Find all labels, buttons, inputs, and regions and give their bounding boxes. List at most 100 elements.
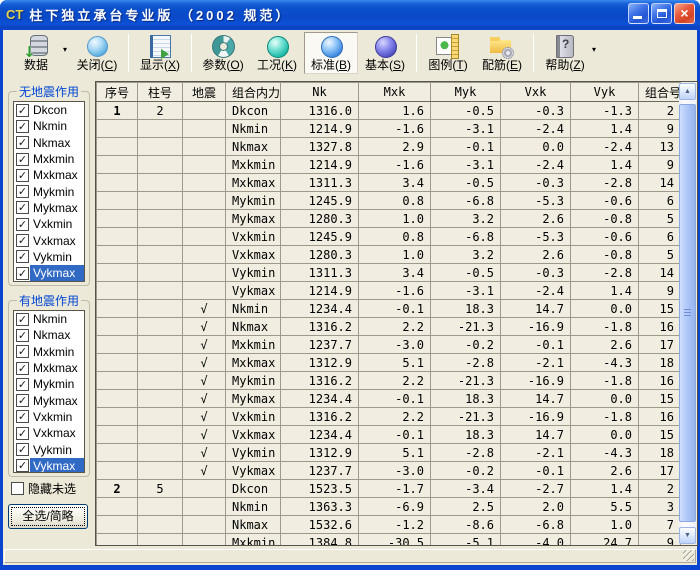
table-row[interactable]: Mykmax1280.31.03.22.6-0.85 bbox=[97, 210, 681, 228]
table-row[interactable]: Vxkmin1245.90.8-6.8-5.3-0.66 bbox=[97, 228, 681, 246]
earthquake-check-icon: √ bbox=[183, 336, 226, 354]
vertical-scrollbar[interactable]: ▲ ▼ bbox=[679, 83, 696, 544]
table-cell: 2.2 bbox=[359, 408, 431, 426]
checkbox-checked-icon[interactable]: ✓ bbox=[16, 185, 29, 198]
list-item-mykmax[interactable]: ✓Mykmax bbox=[14, 392, 84, 408]
table-row[interactable]: Nkmin1363.3-6.92.52.05.53 bbox=[97, 498, 681, 516]
table-cell: 1.0 bbox=[571, 516, 639, 534]
checkbox-checked-icon[interactable]: ✓ bbox=[16, 104, 29, 117]
checkbox-checked-icon[interactable]: ✓ bbox=[16, 169, 29, 182]
list-item-vxkmax[interactable]: ✓Vxkmax bbox=[14, 232, 84, 248]
table-row[interactable]: Mxkmax1311.33.4-0.5-0.3-2.814 bbox=[97, 174, 681, 192]
list-item-vxkmin[interactable]: ✓Vxkmin bbox=[14, 409, 84, 425]
toolbar-button-parameters[interactable]: 参数(O) bbox=[196, 32, 250, 74]
list-item-vxkmax[interactable]: ✓Vxkmax bbox=[14, 425, 84, 441]
checkbox-checked-icon[interactable]: ✓ bbox=[16, 410, 29, 423]
title-bar[interactable]: CT 柱下独立承台专业版 （2002 规范） × bbox=[0, 0, 700, 28]
table-row[interactable]: Nkmax1327.82.9-0.10.0-2.413 bbox=[97, 138, 681, 156]
table-row[interactable]: Nkmax1532.6-1.2-8.6-6.81.07 bbox=[97, 516, 681, 534]
table-row[interactable]: Vxkmax1280.31.03.22.6-0.85 bbox=[97, 246, 681, 264]
table-cell: 3.4 bbox=[359, 174, 431, 192]
table-row[interactable]: √Nkmin1234.4-0.118.314.70.015 bbox=[97, 300, 681, 318]
list-item-mykmax[interactable]: ✓Mykmax bbox=[14, 200, 84, 216]
checkbox-checked-icon[interactable]: ✓ bbox=[16, 459, 29, 472]
close-button[interactable]: × bbox=[674, 3, 695, 24]
checkbox-checked-icon[interactable]: ✓ bbox=[16, 394, 29, 407]
hide-unselected-checkbox[interactable] bbox=[11, 482, 24, 495]
list-item-label: Mykmin bbox=[30, 184, 84, 200]
table-row[interactable]: √Mykmax1234.4-0.118.314.70.015 bbox=[97, 390, 681, 408]
checkbox-checked-icon[interactable]: ✓ bbox=[16, 362, 29, 375]
toolbar-button-help[interactable]: 帮助(Z) bbox=[538, 32, 592, 74]
table-row[interactable]: Nkmin1214.9-1.6-3.1-2.41.49 bbox=[97, 120, 681, 138]
dropdown-arrow-icon[interactable]: ▾ bbox=[592, 32, 599, 74]
checkbox-checked-icon[interactable]: ✓ bbox=[16, 234, 29, 247]
list-item-dkcon[interactable]: ✓Dkcon bbox=[14, 102, 84, 118]
scroll-down-icon[interactable]: ▼ bbox=[679, 527, 696, 544]
purple-sphere-icon bbox=[372, 34, 398, 58]
checkbox-checked-icon[interactable]: ✓ bbox=[16, 201, 29, 214]
table-row[interactable]: Mxkmin1214.9-1.6-3.1-2.41.49 bbox=[97, 156, 681, 174]
checkbox-checked-icon[interactable]: ✓ bbox=[16, 443, 29, 456]
toolbar-button-data[interactable]: 数据 bbox=[9, 32, 63, 74]
list-item-mxkmin[interactable]: ✓Mxkmin bbox=[14, 344, 84, 360]
table-row[interactable]: Mykmin1245.90.8-6.8-5.3-0.66 bbox=[97, 192, 681, 210]
checkbox-checked-icon[interactable]: ✓ bbox=[16, 153, 29, 166]
table-cell bbox=[138, 282, 183, 300]
list-item-nkmax[interactable]: ✓Nkmax bbox=[14, 135, 84, 151]
toolbar-button-rebar[interactable]: 配筋(E) bbox=[475, 32, 529, 74]
list-item-vykmin[interactable]: ✓Vykmin bbox=[14, 249, 84, 265]
list-item-vykmax[interactable]: ✓Vykmax bbox=[14, 265, 84, 281]
table-row[interactable]: √Mykmin1316.22.2-21.3-16.9-1.816 bbox=[97, 372, 681, 390]
checkbox-checked-icon[interactable]: ✓ bbox=[16, 218, 29, 231]
checkbox-checked-icon[interactable]: ✓ bbox=[16, 313, 29, 326]
table-row[interactable]: √Nkmax1316.22.2-21.3-16.9-1.816 bbox=[97, 318, 681, 336]
list-item-label: Mxkmax bbox=[30, 360, 84, 376]
table-row[interactable]: √Mxkmin1237.7-3.0-0.2-0.12.617 bbox=[97, 336, 681, 354]
list-item-nkmin[interactable]: ✓Nkmin bbox=[14, 311, 84, 327]
scrollbar-thumb[interactable] bbox=[679, 104, 696, 522]
checkbox-checked-icon[interactable]: ✓ bbox=[16, 120, 29, 133]
list-item-mykmin[interactable]: ✓Mykmin bbox=[14, 183, 84, 199]
list-item-vykmin[interactable]: ✓Vykmin bbox=[14, 441, 84, 457]
select-all-button[interactable]: 全选/简略 bbox=[8, 504, 88, 529]
maximize-button[interactable] bbox=[651, 3, 672, 24]
dropdown-arrow-icon[interactable]: ▾ bbox=[63, 32, 70, 74]
toolbar-button-load-case[interactable]: 工况(K) bbox=[250, 32, 304, 74]
table-row[interactable]: √Vxkmin1316.22.2-21.3-16.9-1.816 bbox=[97, 408, 681, 426]
table-cell: 17 bbox=[639, 336, 681, 354]
table-row[interactable]: Mxkmin1384.8-30.5-5.1-4.024.79 bbox=[97, 534, 681, 547]
table-row[interactable]: 12Dkcon1316.01.6-0.5-0.3-1.32 bbox=[97, 102, 681, 120]
checkbox-checked-icon[interactable]: ✓ bbox=[16, 378, 29, 391]
list-item-mykmin[interactable]: ✓Mykmin bbox=[14, 376, 84, 392]
scroll-up-icon[interactable]: ▲ bbox=[679, 83, 696, 100]
toolbar-button-close[interactable]: 关闭(C) bbox=[70, 32, 124, 74]
list-item-mxkmax[interactable]: ✓Mxkmax bbox=[14, 360, 84, 376]
resize-grip-icon[interactable] bbox=[683, 550, 694, 561]
toolbar-button-legend[interactable]: 图例(T) bbox=[421, 32, 475, 74]
checkbox-checked-icon[interactable]: ✓ bbox=[16, 329, 29, 342]
table-row[interactable]: 25Dkcon1523.5-1.7-3.4-2.71.42 bbox=[97, 480, 681, 498]
checkbox-checked-icon[interactable]: ✓ bbox=[16, 250, 29, 263]
table-row[interactable]: √Vykmin1312.95.1-2.8-2.1-4.318 bbox=[97, 444, 681, 462]
list-item-mxkmin[interactable]: ✓Mxkmin bbox=[14, 151, 84, 167]
list-item-mxkmax[interactable]: ✓Mxkmax bbox=[14, 167, 84, 183]
list-item-vykmax[interactable]: ✓Vykmax bbox=[14, 458, 84, 473]
table-row[interactable]: √Vykmax1237.7-3.0-0.2-0.12.617 bbox=[97, 462, 681, 480]
minimize-button[interactable] bbox=[628, 3, 649, 24]
table-row[interactable]: Vykmax1214.9-1.6-3.1-2.41.49 bbox=[97, 282, 681, 300]
list-item-vxkmin[interactable]: ✓Vxkmin bbox=[14, 216, 84, 232]
toolbar-button-display[interactable]: 显示(X) bbox=[133, 32, 187, 74]
toolbar-button-basic[interactable]: 基本(S) bbox=[358, 32, 412, 74]
list-item-nkmax[interactable]: ✓Nkmax bbox=[14, 327, 84, 343]
toolbar-button-standard[interactable]: 标准(B) bbox=[304, 32, 358, 74]
table-row[interactable]: √Mxkmax1312.95.1-2.8-2.1-4.318 bbox=[97, 354, 681, 372]
checkbox-checked-icon[interactable]: ✓ bbox=[16, 136, 29, 149]
list-item-nkmin[interactable]: ✓Nkmin bbox=[14, 118, 84, 134]
hide-unselected-row[interactable]: 隐藏未选 bbox=[11, 480, 76, 497]
table-row[interactable]: √Vxkmax1234.4-0.118.314.70.015 bbox=[97, 426, 681, 444]
checkbox-checked-icon[interactable]: ✓ bbox=[16, 427, 29, 440]
checkbox-checked-icon[interactable]: ✓ bbox=[16, 267, 29, 280]
table-row[interactable]: Vykmin1311.33.4-0.5-0.3-2.814 bbox=[97, 264, 681, 282]
checkbox-checked-icon[interactable]: ✓ bbox=[16, 345, 29, 358]
